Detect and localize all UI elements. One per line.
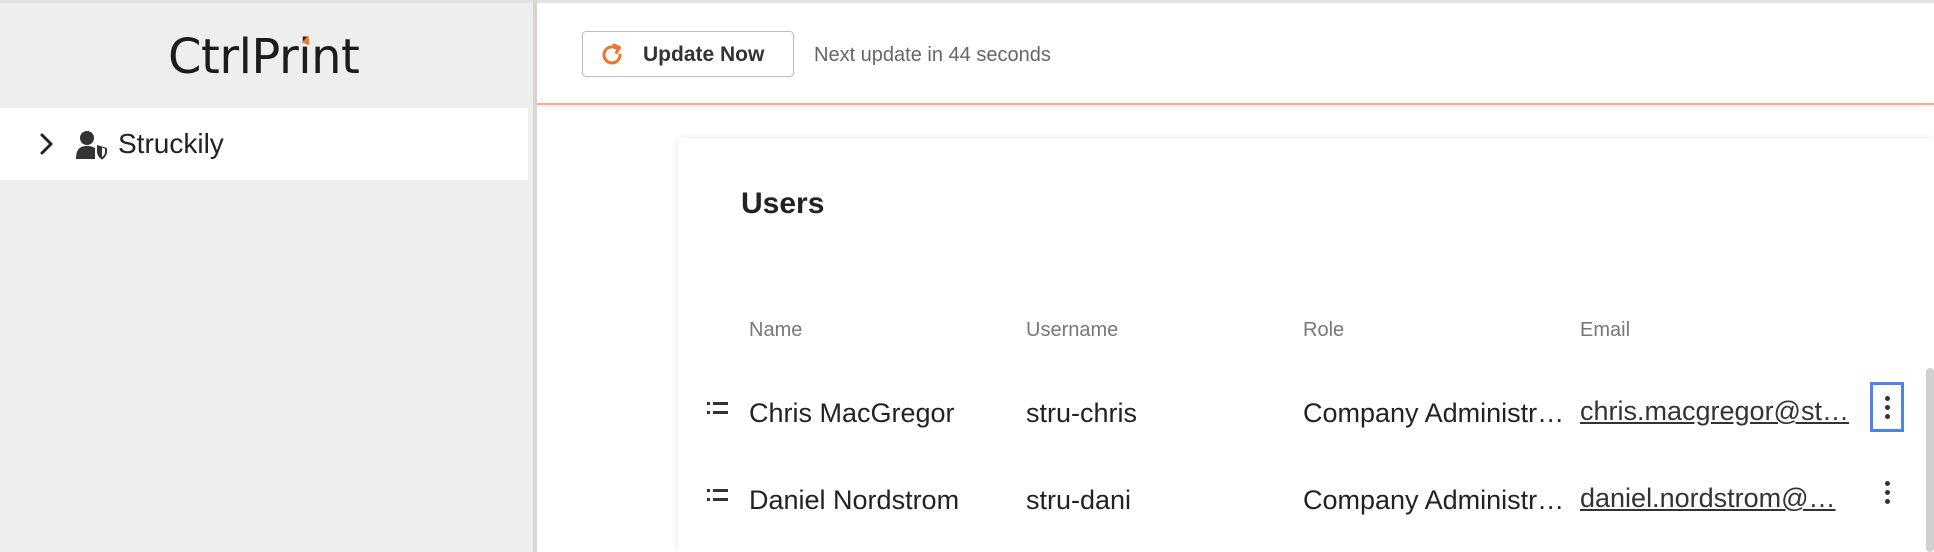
- update-now-button[interactable]: Update Now: [582, 31, 794, 77]
- user-name: Chris MacGregor: [749, 398, 955, 428]
- list-details-icon[interactable]: [706, 400, 730, 423]
- column-header-username[interactable]: Username: [1026, 318, 1118, 342]
- user-name: Daniel Nordstrom: [749, 485, 960, 515]
- user-role: Company Administr…: [1303, 398, 1565, 428]
- sidebar: CtrlPrint Struckily: [0, 0, 536, 552]
- user-username: stru-chris: [1026, 398, 1138, 428]
- users-card-title: Users: [741, 187, 825, 220]
- user-email-link[interactable]: daniel.nordstrom@…: [1580, 482, 1856, 514]
- user-shield-icon: [76, 130, 108, 165]
- top-toolbar: Update Now Next update in 44 seconds: [537, 0, 1934, 105]
- column-header-email[interactable]: Email: [1580, 318, 1630, 342]
- column-header-role[interactable]: Role: [1303, 318, 1344, 342]
- chevron-right-icon[interactable]: [38, 132, 56, 161]
- list-details-icon[interactable]: [706, 487, 730, 510]
- row-actions-button[interactable]: [1870, 470, 1904, 520]
- update-now-label: Update Now: [643, 43, 765, 66]
- vertical-scrollbar[interactable]: [1926, 368, 1934, 552]
- next-update-countdown: Next update in 44 seconds: [814, 44, 1051, 66]
- sidebar-item-label: Struckily: [118, 128, 224, 159]
- user-role: Company Administr…: [1303, 485, 1565, 515]
- refresh-icon: [599, 42, 625, 73]
- row-actions-button[interactable]: [1870, 382, 1904, 432]
- user-username: stru-dani: [1026, 485, 1132, 515]
- app-logo[interactable]: CtrlPrint: [168, 31, 360, 83]
- column-header-name[interactable]: Name: [749, 318, 802, 342]
- user-email-link[interactable]: chris.macgregor@st…: [1580, 395, 1856, 427]
- sidebar-item-struckily[interactable]: Struckily: [0, 108, 528, 180]
